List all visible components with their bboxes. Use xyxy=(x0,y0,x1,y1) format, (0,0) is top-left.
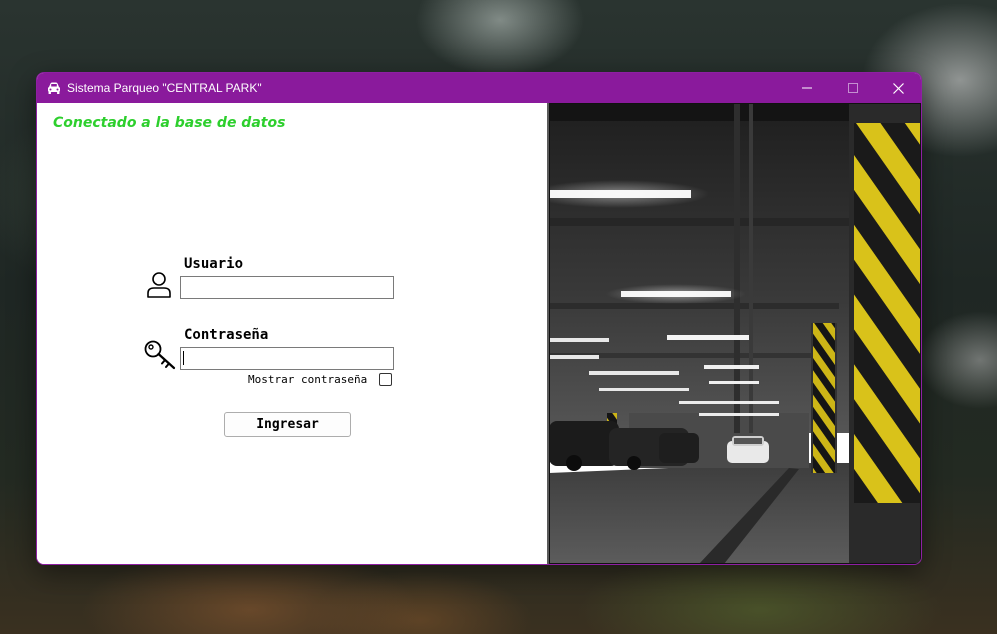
minimize-icon xyxy=(802,87,812,89)
parking-garage-photo xyxy=(549,103,921,564)
maximize-button[interactable] xyxy=(830,73,876,103)
close-icon xyxy=(892,82,904,94)
close-button[interactable] xyxy=(875,73,921,103)
minimize-button[interactable] xyxy=(784,73,830,103)
password-label: Contraseña xyxy=(184,327,269,343)
key-icon xyxy=(144,340,176,370)
text-caret xyxy=(183,351,184,365)
window-content: Conectado a la base de datos Usuario Con… xyxy=(37,103,921,564)
window-title: Sistema Parqueo "CENTRAL PARK" xyxy=(67,81,262,95)
show-password-label[interactable]: Mostrar contraseña xyxy=(248,373,367,386)
login-window: Sistema Parqueo "CENTRAL PARK" Conectado… xyxy=(36,72,922,565)
user-icon xyxy=(147,272,171,298)
login-button[interactable]: Ingresar xyxy=(224,412,351,437)
title-bar[interactable]: Sistema Parqueo "CENTRAL PARK" xyxy=(37,73,921,103)
car-icon xyxy=(48,82,60,94)
connection-status: Conectado a la base de datos xyxy=(53,115,286,131)
user-label: Usuario xyxy=(184,256,244,272)
maximize-icon xyxy=(848,83,858,93)
show-password-checkbox[interactable] xyxy=(379,373,392,386)
password-input[interactable] xyxy=(180,347,394,370)
parking-garage-image xyxy=(549,103,921,564)
login-panel: Conectado a la base de datos Usuario Con… xyxy=(37,103,547,564)
user-input[interactable] xyxy=(180,276,394,299)
